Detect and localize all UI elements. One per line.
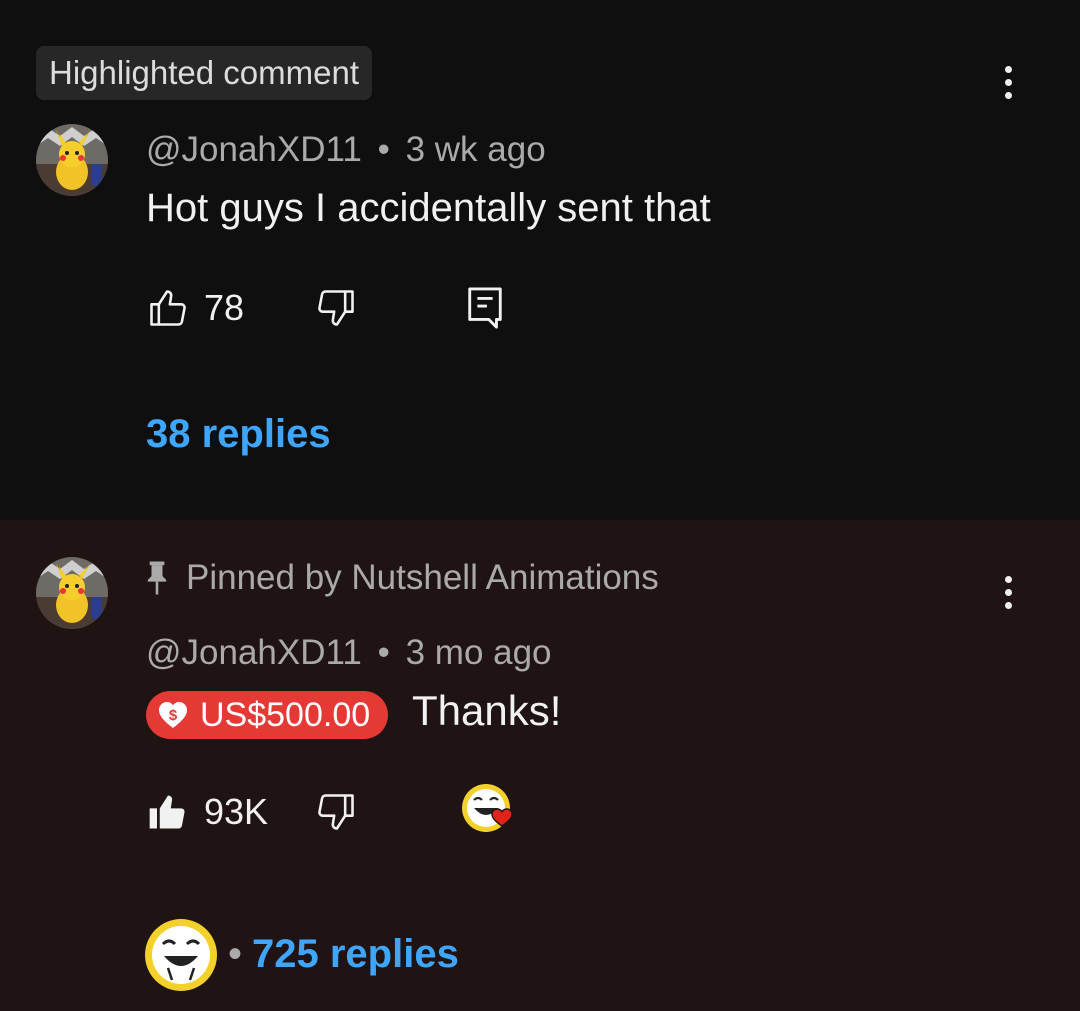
replies-count[interactable]: 725 replies	[252, 932, 459, 976]
thumbs-up-icon	[149, 795, 185, 829]
replies-link[interactable]: • 725 replies	[228, 932, 459, 977]
donation-heart-icon: $	[159, 702, 187, 728]
creator-heart-button[interactable]	[460, 784, 524, 837]
thumbs-down-icon	[318, 794, 354, 830]
author-handle[interactable]: @JonahXD11	[146, 130, 362, 169]
comment-actions: 93K	[146, 784, 546, 837]
comment-time[interactable]: 3 wk ago	[406, 130, 546, 169]
reply-button[interactable]	[464, 283, 506, 333]
super-thanks-badge: $ US$500.00	[146, 691, 389, 739]
avatar[interactable]	[36, 124, 108, 196]
comment-actions: 78	[146, 283, 546, 333]
thumbs-up-icon	[150, 290, 186, 326]
creator-avatar[interactable]	[144, 918, 218, 992]
kebab-menu-icon[interactable]	[988, 54, 1028, 110]
reply-icon	[468, 287, 502, 329]
like-button[interactable]: 78	[146, 283, 244, 333]
svg-text:$: $	[169, 707, 178, 724]
comment-meta: @JonahXD11 • 3 mo ago	[146, 633, 552, 673]
pinned-label: Pinned by Nutshell Animations	[146, 558, 659, 598]
pin-icon	[147, 561, 167, 595]
creator-heart-icon	[462, 784, 513, 832]
avatar[interactable]	[36, 557, 108, 629]
comment-text: Hot guys I accidentally sent that	[146, 186, 711, 230]
thumbs-down-icon	[318, 290, 354, 326]
dislike-button[interactable]	[314, 283, 358, 333]
comment-text: Thanks!	[412, 687, 562, 734]
donation-amount: US$500.00	[200, 695, 371, 734]
like-count: 93K	[204, 791, 269, 832]
highlighted-comment-chip: Highlighted comment	[36, 46, 372, 100]
pinned-by-text: Pinned by Nutshell Animations	[186, 558, 659, 597]
meta-separator: •	[377, 633, 390, 672]
like-count: 78	[204, 287, 245, 328]
kebab-menu-icon[interactable]	[988, 564, 1028, 620]
meta-separator: •	[377, 130, 390, 169]
comment-meta: @JonahXD11 • 3 wk ago	[146, 130, 546, 170]
replies-separator: •	[228, 932, 243, 976]
like-button[interactable]: 93K	[146, 787, 268, 837]
dislike-button[interactable]	[314, 787, 358, 837]
comment-time[interactable]: 3 mo ago	[406, 633, 552, 672]
author-handle[interactable]: @JonahXD11	[146, 633, 362, 672]
replies-link[interactable]: 38 replies	[146, 412, 331, 457]
